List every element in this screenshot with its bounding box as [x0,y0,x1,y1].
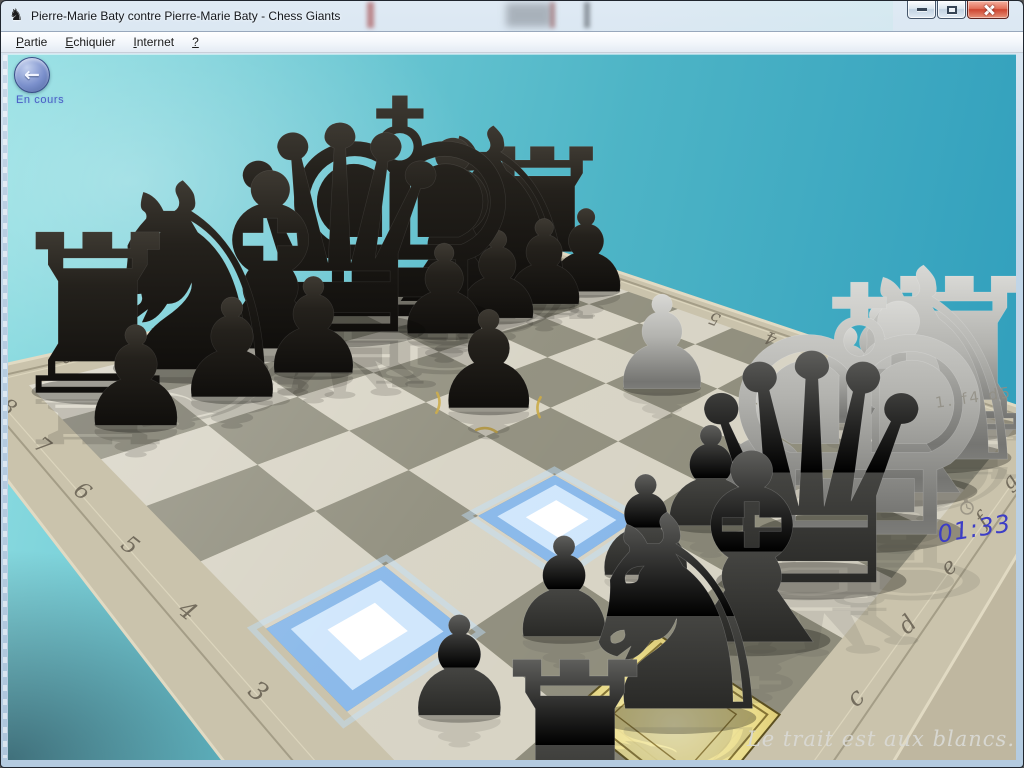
menu-item-?[interactable]: ? [183,32,208,52]
piece-black-pawn-d5[interactable]: ♟ [428,283,549,440]
glass-blur-smudge [550,2,555,28]
piece-black-pawn-a7[interactable]: ♟ [74,297,198,458]
glass-blur-smudge [367,2,374,28]
back-button[interactable]: ← [14,57,50,93]
close-icon [982,4,995,15]
menu-bar: PartieEchiquierInternet? [1,31,1023,53]
title-bar[interactable]: ♞ Pierre-Marie Baty contre Pierre-Marie … [1,1,1023,31]
close-button[interactable] [967,1,1009,19]
game-viewport: 1234567812345678abcdefghabcdefgh♜♜♟♟♞♞♟♟… [8,54,1016,760]
chess-board-3d[interactable]: 1234567812345678abcdefghabcdefgh♜♜♟♟♞♞♟♟… [8,54,1016,760]
glass-blur-smudge [506,3,552,27]
menu-items: PartieEchiquierInternet? [7,32,208,52]
window-title: Pierre-Marie Baty contre Pierre-Marie Ba… [31,9,340,23]
window-frame-glass [3,55,7,758]
game-in-progress-link[interactable]: En cours [16,94,64,106]
menu-item-partie[interactable]: Partie [7,32,56,52]
piece-white-rook-a1[interactable]: ♜ [476,616,674,760]
minimize-button[interactable] [907,1,936,19]
back-arrow-icon: ← [24,66,40,85]
app-window: ♞ Pierre-Marie Baty contre Pierre-Marie … [0,0,1024,768]
menu-item-internet[interactable]: Internet [124,32,183,52]
status-text: Le trait est aux blancs. [746,727,1015,751]
glass-tint [633,1,893,31]
maximize-icon [947,6,957,14]
minimize-icon [917,8,927,11]
menu-item-echiquier[interactable]: Echiquier [56,32,124,52]
app-icon-knight: ♞ [9,6,23,24]
maximize-button[interactable] [937,1,966,19]
glass-blur-smudge [584,2,590,28]
